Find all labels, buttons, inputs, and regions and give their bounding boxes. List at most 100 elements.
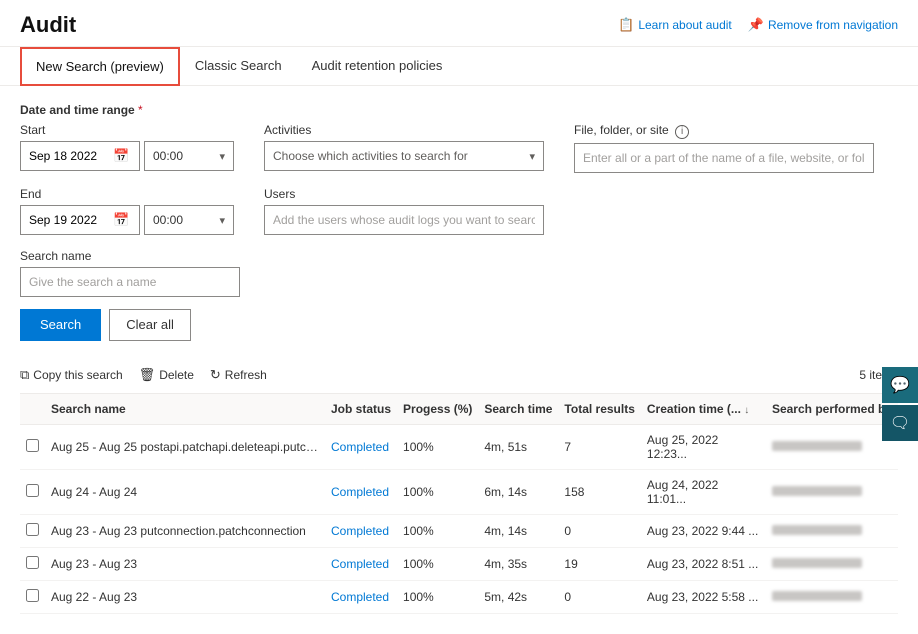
activities-chevron-icon	[529, 149, 535, 163]
row-creation-time: Aug 23, 2022 8:51 ...	[641, 547, 766, 580]
start-date-field[interactable]: Sep 18 2022	[29, 149, 109, 163]
row-job-status[interactable]: Completed	[325, 424, 397, 469]
copy-icon: ⧉	[20, 367, 29, 383]
row-performed-by	[766, 580, 898, 613]
row-checkbox-3[interactable]	[26, 556, 39, 569]
col-header-creation-time: Creation time (... ↓	[641, 394, 766, 425]
row-checkbox-1[interactable]	[26, 484, 39, 497]
calendar-end-icon[interactable]: 📅	[113, 212, 129, 228]
start-date-input[interactable]: Sep 18 2022 📅	[20, 141, 140, 171]
refresh-icon: ↻	[210, 367, 221, 383]
unpin-icon: 📌	[748, 17, 764, 33]
row-search-time: 4m, 14s	[478, 514, 558, 547]
row-search-time: 4m, 51s	[478, 424, 558, 469]
end-time-select[interactable]: 00:00	[144, 205, 234, 235]
file-folder-label: File, folder, or site i	[574, 123, 874, 139]
row-performed-by	[766, 424, 898, 469]
activities-select[interactable]: Choose which activities to search for	[264, 141, 544, 171]
row-total-results: 0	[558, 580, 640, 613]
row-progress: 100%	[397, 424, 478, 469]
row-total-results: 19	[558, 547, 640, 580]
col-header-checkbox	[20, 394, 45, 425]
table-header: Search name Job status Progess (%) Searc…	[20, 394, 898, 425]
refresh-button[interactable]: ↻ Refresh	[210, 367, 267, 383]
row-checkbox-cell	[20, 547, 45, 580]
start-label: Start	[20, 123, 234, 137]
page-title: Audit	[20, 12, 76, 38]
row-search-name: Aug 24 - Aug 24	[45, 469, 325, 514]
row-checkbox-cell	[20, 580, 45, 613]
row-creation-time: Aug 24, 2022 11:01...	[641, 469, 766, 514]
start-time-select[interactable]: 00:00	[144, 141, 234, 171]
col-header-search-name: Search name	[45, 394, 325, 425]
table-row: Aug 23 - Aug 23 Completed 100% 4m, 35s 1…	[20, 547, 898, 580]
row-total-results: 7	[558, 424, 640, 469]
file-folder-input[interactable]	[574, 143, 874, 173]
top-bar-actions: 📋 Learn about audit 📌 Remove from naviga…	[618, 17, 898, 33]
calendar-icon[interactable]: 📅	[113, 148, 129, 164]
end-date-input[interactable]: Sep 19 2022 📅	[20, 205, 140, 235]
row-performed-by	[766, 469, 898, 514]
row-search-time: 6m, 14s	[478, 469, 558, 514]
file-folder-group: File, folder, or site i	[574, 123, 874, 173]
message-icon-button[interactable]: 🗨	[882, 405, 918, 441]
row-checkbox-4[interactable]	[26, 589, 39, 602]
delete-button[interactable]: 🗑 Delete	[139, 367, 194, 383]
tab-new-search[interactable]: New Search (preview)	[20, 47, 180, 86]
activities-group: Activities Choose which activities to se…	[264, 123, 544, 171]
clear-all-button[interactable]: Clear all	[109, 309, 191, 341]
tabs-bar: New Search (preview) Classic Search Audi…	[0, 47, 918, 86]
row-performed-by	[766, 547, 898, 580]
row-checkbox-2[interactable]	[26, 523, 39, 536]
row-total-results: 158	[558, 469, 640, 514]
table-body: Aug 25 - Aug 25 postapi.patchapi.deletea…	[20, 424, 898, 613]
info-circle-icon: 📋	[618, 17, 634, 33]
row-checkbox-cell	[20, 469, 45, 514]
users-input[interactable]	[264, 205, 544, 235]
row-job-status[interactable]: Completed	[325, 547, 397, 580]
search-button[interactable]: Search	[20, 309, 101, 341]
row-progress: 100%	[397, 580, 478, 613]
col-header-performed-by: Search performed by	[766, 394, 898, 425]
end-label: End	[20, 187, 234, 201]
results-toolbar: ⧉ Copy this search 🗑 Delete ↻ Refresh 5 …	[20, 357, 898, 394]
row-creation-time: Aug 23, 2022 9:44 ...	[641, 514, 766, 547]
end-date-group: End Sep 19 2022 📅 00:00	[20, 187, 234, 235]
col-header-total-results: Total results	[558, 394, 640, 425]
search-name-group: Search name	[20, 249, 898, 297]
tab-audit-retention[interactable]: Audit retention policies	[297, 47, 458, 86]
start-date-time-row: Sep 18 2022 📅 00:00	[20, 141, 234, 171]
remove-from-navigation-link[interactable]: 📌 Remove from navigation	[748, 17, 898, 33]
chat-icon-button[interactable]: 💬	[882, 367, 918, 403]
required-marker: *	[135, 103, 143, 117]
activities-label: Activities	[264, 123, 544, 137]
row-total-results: 0	[558, 514, 640, 547]
copy-search-button[interactable]: ⧉ Copy this search	[20, 367, 123, 383]
tab-classic-search[interactable]: Classic Search	[180, 47, 297, 86]
learn-about-audit-link[interactable]: 📋 Learn about audit	[618, 17, 732, 33]
col-header-search-time: Search time	[478, 394, 558, 425]
table-row: Aug 22 - Aug 23 Completed 100% 5m, 42s 0…	[20, 580, 898, 613]
row-job-status[interactable]: Completed	[325, 514, 397, 547]
row-job-status[interactable]: Completed	[325, 580, 397, 613]
row-creation-time: Aug 25, 2022 12:23...	[641, 424, 766, 469]
row-checkbox-0[interactable]	[26, 439, 39, 452]
search-name-input[interactable]	[20, 267, 240, 297]
date-range-label: Date and time range	[20, 103, 135, 117]
row-job-status[interactable]: Completed	[325, 469, 397, 514]
end-chevron-icon	[219, 213, 225, 227]
activities-placeholder: Choose which activities to search for	[273, 149, 468, 163]
end-date-field[interactable]: Sep 19 2022	[29, 213, 109, 227]
start-time-value: 00:00	[153, 149, 183, 163]
button-row: Search Clear all	[20, 309, 898, 341]
results-section: ⧉ Copy this search 🗑 Delete ↻ Refresh 5 …	[0, 357, 918, 634]
row-search-name: Aug 25 - Aug 25 postapi.patchapi.deletea…	[45, 424, 325, 469]
sort-icon: ↓	[744, 405, 749, 416]
col-header-progress: Progess (%)	[397, 394, 478, 425]
top-bar: Audit 📋 Learn about audit 📌 Remove from …	[0, 0, 918, 47]
row-search-name: Aug 22 - Aug 23	[45, 580, 325, 613]
row-progress: 100%	[397, 547, 478, 580]
file-folder-info-icon[interactable]: i	[675, 125, 689, 139]
row-progress: 100%	[397, 469, 478, 514]
row-search-name: Aug 23 - Aug 23	[45, 547, 325, 580]
